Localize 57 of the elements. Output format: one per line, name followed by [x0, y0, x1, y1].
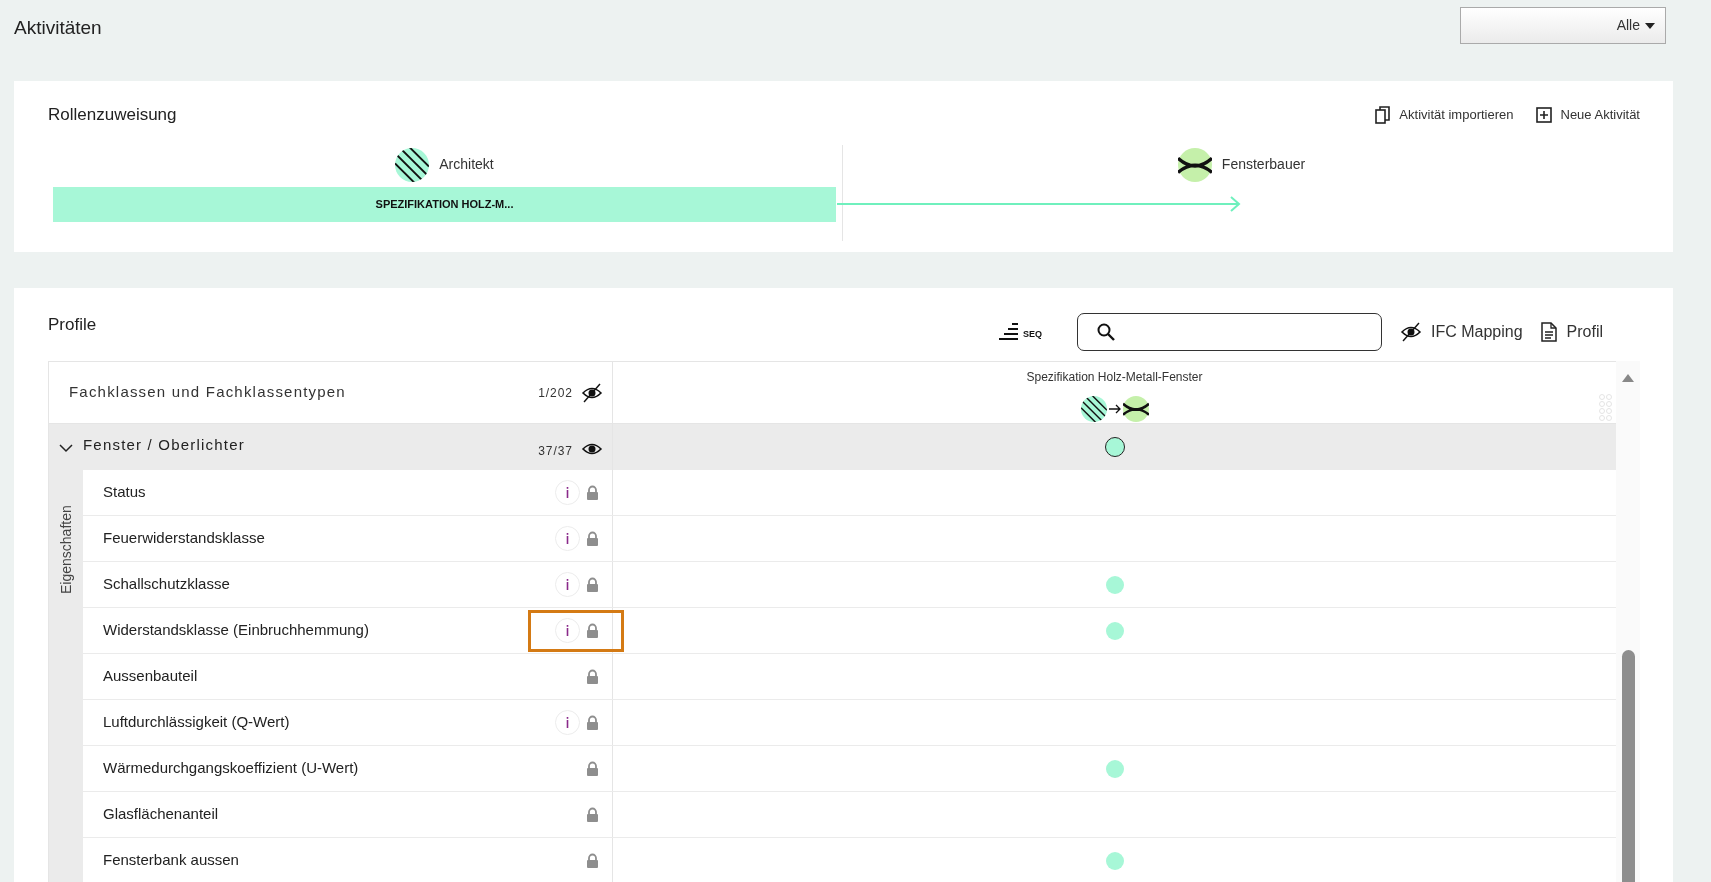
info-icon[interactable] [555, 572, 580, 597]
column-header: Fachklassen und Fachklassentypen [69, 382, 347, 403]
scrollbar[interactable] [1616, 361, 1640, 882]
count-label: 37/37 [538, 443, 573, 460]
lock-icon [586, 623, 599, 638]
property-label: Widerstandsklasse (Einbruchhemmung) [103, 620, 370, 641]
page-title: Aktivitäten [14, 16, 102, 40]
property-label: Feuerwiderstandsklasse [103, 528, 266, 549]
arrow-icon [1108, 404, 1121, 414]
info-icon[interactable] [555, 710, 580, 735]
lock-icon [586, 669, 599, 684]
card-title: Rollenzuweisung [48, 104, 177, 126]
lock-icon [586, 577, 599, 592]
activity-bar[interactable]: SPEZIFIKATION HOLZ-M... [53, 186, 836, 222]
property-label: Fensterbank aussen [103, 850, 240, 871]
filter-dropdown[interactable]: Alle [1460, 7, 1666, 44]
group-label[interactable]: Fenster / Oberlichter [83, 434, 539, 457]
eye-off-icon[interactable] [581, 382, 603, 403]
sequence-button[interactable]: SEQ [997, 323, 1042, 341]
caret-icon [1645, 22, 1655, 29]
role-name: Fensterbauer [1221, 155, 1306, 174]
property-label: Wärmedurchgangskoeffizient (U-Wert) [103, 758, 360, 779]
profile-button[interactable]: Profil [1540, 320, 1603, 344]
property-label: Aussenbauteil [103, 666, 199, 687]
property-label: Luftdurchlässigkeit (Q-Wert) [103, 712, 291, 733]
info-icon[interactable] [555, 618, 580, 643]
search-field[interactable] [1076, 313, 1382, 351]
sort-lines-icon [997, 323, 1019, 341]
ifc-mapping-button[interactable]: IFC Mapping [1399, 320, 1523, 344]
lock-icon [586, 485, 599, 500]
card-title: Profile [48, 314, 97, 336]
document-icon [1540, 322, 1557, 342]
new-activity-button[interactable]: Neue Aktivität [1535, 105, 1640, 125]
search-icon [1096, 323, 1115, 341]
eye-off-icon [1399, 322, 1422, 342]
copy-icon [1375, 105, 1391, 124]
lock-icon [586, 761, 599, 776]
section-label: Eigenschaften [56, 504, 75, 594]
scroll-up-icon[interactable] [1622, 373, 1634, 382]
role-avatar [1177, 147, 1212, 182]
property-label: Glasflächenanteil [103, 804, 220, 825]
activity-column-title: Spezifikation Holz-Metall-Fenster [1026, 369, 1203, 386]
property-label: Status [103, 482, 147, 503]
info-icon[interactable] [555, 480, 580, 505]
chevron-down-icon[interactable] [59, 444, 73, 453]
lock-icon [586, 715, 599, 730]
lock-icon [586, 807, 599, 822]
count-label: 1/202 [538, 384, 573, 402]
info-icon[interactable] [555, 526, 580, 551]
lock-icon [586, 853, 599, 868]
role-name: Architekt [439, 155, 494, 174]
plus-icon [1535, 106, 1552, 123]
property-label: Schallschutzklasse [103, 574, 231, 595]
role-avatar [1122, 396, 1149, 422]
scrollbar-thumb[interactable] [1621, 650, 1635, 882]
lock-icon [586, 531, 599, 546]
import-activity-button[interactable]: Aktivität importieren [1375, 105, 1514, 125]
